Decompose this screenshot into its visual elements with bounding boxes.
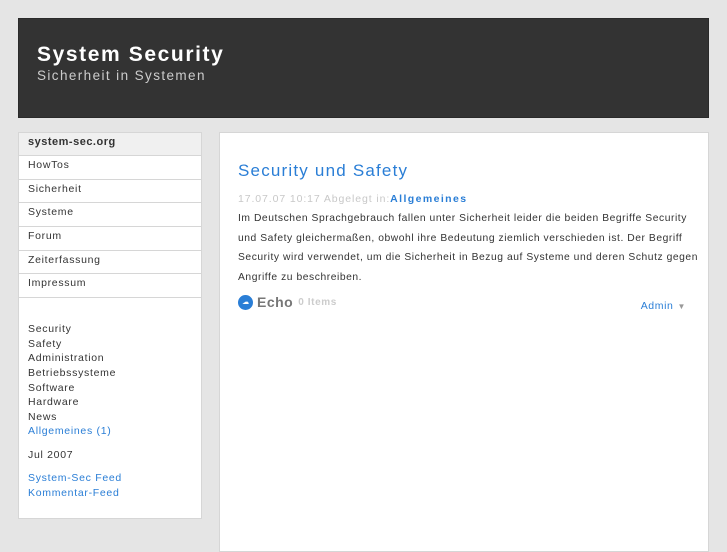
main-content: Security und Safety 17.07.07 10:17 Abgel… xyxy=(219,132,709,552)
nav-systeme[interactable]: Systeme xyxy=(19,203,201,228)
post-body: Im Deutschen Sprachgebrauch fallen unter… xyxy=(238,213,698,283)
nav-forum[interactable]: Forum xyxy=(19,227,201,251)
nav-impressum[interactable]: Impressum xyxy=(19,274,201,299)
nav-zeiterfassung[interactable]: Zeiterfassung xyxy=(19,251,201,275)
sidebar-title: system-sec.org xyxy=(19,133,201,156)
category-link[interactable]: Administration xyxy=(19,351,201,366)
category-link[interactable]: Betriebssysteme xyxy=(19,366,201,381)
category-link-active[interactable]: Allgemeines (1) xyxy=(19,424,201,439)
category-link[interactable]: News xyxy=(19,410,201,425)
echo-label: Echo xyxy=(257,294,294,310)
archive-link[interactable]: Jul 2007 xyxy=(19,448,201,463)
nav-howtos[interactable]: HowTos xyxy=(19,156,201,180)
category-link[interactable]: Safety xyxy=(19,337,201,352)
nav-sicherheit[interactable]: Sicherheit xyxy=(19,180,201,204)
feed-link[interactable]: System-Sec Feed xyxy=(19,471,201,486)
post-date: 17.07.07 10:17 Abgelegt in: xyxy=(238,193,391,205)
category-link[interactable]: Hardware xyxy=(19,395,201,410)
category-link[interactable]: Security xyxy=(19,322,201,337)
echo-count: 0 Items xyxy=(298,296,337,308)
comment-feed-link[interactable]: Kommentar-Feed xyxy=(19,486,201,501)
admin-label: Admin xyxy=(640,300,674,312)
site-header: System Security Sicherheit in Systemen xyxy=(18,18,709,118)
echo-icon: ☁ xyxy=(238,294,253,310)
sidebar: system-sec.org HowTos Sicherheit Systeme… xyxy=(18,132,202,519)
echo-widget[interactable]: ☁ Echo 0 Items xyxy=(238,294,337,310)
chevron-down-icon: ▼ xyxy=(677,302,686,311)
post-category-link[interactable]: Allgemeines xyxy=(390,193,467,205)
category-link[interactable]: Software xyxy=(19,381,201,396)
post-title[interactable]: Security und Safety xyxy=(238,161,408,181)
post-meta: 17.07.07 10:17 Abgelegt in:Allgemeines xyxy=(238,193,467,205)
admin-dropdown[interactable]: Admin ▼ xyxy=(641,300,686,312)
site-title: System Security xyxy=(37,43,225,66)
site-subtitle: Sicherheit in Systemen xyxy=(37,68,206,83)
